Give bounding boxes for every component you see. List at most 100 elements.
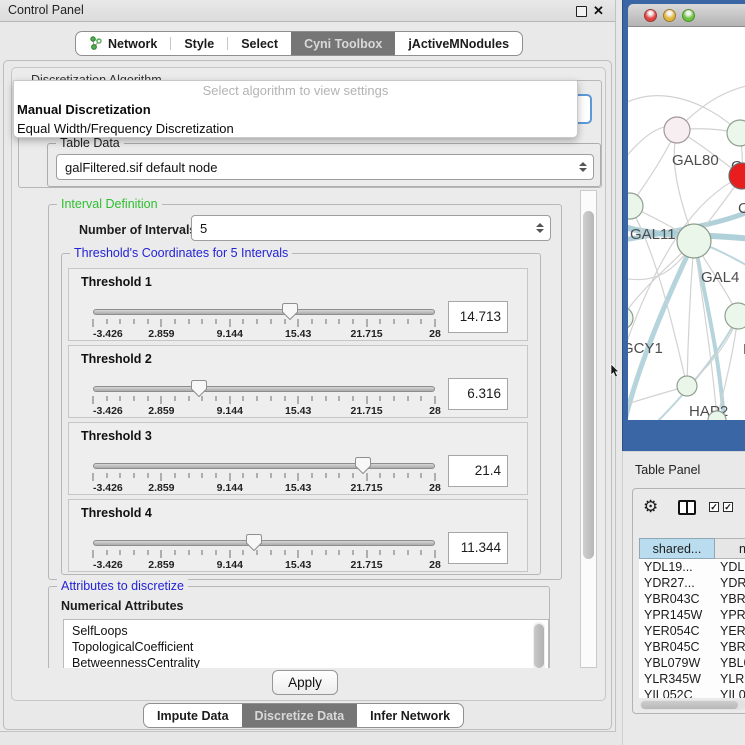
slider-tick [298,396,299,404]
threshold-1-panel: Threshold 1 -3.4262.8599.14415.4321.7152… [68,268,528,341]
slider-tick [393,550,394,555]
threshold-1-value-field[interactable]: 14.713 [448,301,508,333]
threshold-4-value-field[interactable]: 11.344 [448,532,508,564]
node-table-rows: YDL19...YDL1YDR27...YDR2YBR043CYBR0YPR14… [639,559,745,698]
table-data-combobox[interactable]: galFiltered.sif default node [56,154,594,180]
table-row[interactable]: YDR27...YDR2 [639,575,745,591]
slider-tick [298,473,299,481]
table-horizontal-scrollbar[interactable] [640,700,745,710]
table-row[interactable]: YBR045CYBR0 [639,639,745,655]
table-row[interactable]: YPR145WYPR1 [639,607,745,623]
slider-tick [407,396,408,401]
table-row[interactable]: YLR345WYLR3 [639,671,745,687]
tab-select[interactable]: Select [228,32,291,55]
slider-tick [421,319,422,324]
network-node[interactable] [628,193,643,219]
slider-tick [352,550,353,555]
interval-definition-title: Interval Definition [57,197,162,212]
slider-tick [134,396,135,401]
slider-tick-label: 9.144 [217,405,243,417]
attribute-list-item[interactable]: TopologicalCoefficient [64,639,548,655]
slider-tick [435,473,436,481]
slider-tick [229,319,230,327]
window-close-icon[interactable] [644,9,657,22]
numerical-attributes-list[interactable]: SelfLoopsTopologicalCoefficientBetweenne… [63,619,549,668]
algorithm-option-manual[interactable]: Manual Discretization [14,100,577,119]
slider-tick [161,550,162,558]
attributes-list-scrollbar[interactable] [533,622,545,668]
table-row[interactable]: YBR043CYBR0 [639,591,745,607]
tab-style[interactable]: Style [171,32,227,55]
slider-tick-label: 21.715 [351,328,383,340]
network-node[interactable] [677,376,697,396]
slider-tick [161,396,162,404]
slider-tick [229,550,230,558]
network-window-titlebar[interactable] [628,4,745,27]
slider-tick-label: 9.144 [217,482,243,494]
checkbox-checked-icon[interactable]: ✓ [723,502,733,512]
algorithm-dropdown-placeholder[interactable]: Select algorithm to view settings [14,81,577,100]
threshold-2-slider-track[interactable] [93,386,435,392]
network-view-window[interactable]: GAL80GACGAL11GAL4GCY1HHAP2 [622,0,745,451]
threshold-3-value-field[interactable]: 21.4 [448,455,508,487]
table-row[interactable]: YIL052CYIL0 [639,687,745,698]
network-canvas[interactable]: GAL80GACGAL11GAL4GCY1HHAP2 [628,27,745,420]
slider-tick [202,473,203,478]
threshold-1-slider-thumb[interactable] [282,302,298,321]
threshold-4-panel: Threshold 4 -3.4262.8599.14415.4321.7152… [68,499,528,572]
slider-tick [435,550,436,558]
window-minimize-icon[interactable] [663,9,676,22]
checkbox-checked-icon[interactable]: ✓ [709,502,719,512]
slider-tick [284,396,285,401]
close-icon[interactable]: ✕ [593,2,604,20]
table-row[interactable]: YBL079WYBL0 [639,655,745,671]
tab-discretize-data[interactable]: Discretize Data [242,704,358,727]
threshold-3-slider-thumb[interactable] [355,456,371,475]
slider-tick-label: 28 [429,482,441,494]
column-header-name[interactable]: name [715,538,745,559]
slider-tick-label: -3.426 [93,559,123,571]
float-icon[interactable] [576,6,587,17]
network-node-label: C [738,200,745,217]
network-node[interactable] [677,224,711,258]
threshold-2-value-field[interactable]: 6.316 [448,378,508,410]
tab-infer-network[interactable]: Infer Network [357,704,463,727]
apply-button[interactable]: Apply [272,670,338,695]
discretization-panel: Discretization Algorithm Table Data galF… [11,67,606,701]
column-header-shared-name[interactable]: shared... [639,538,715,559]
window-zoom-icon[interactable] [682,9,695,22]
threshold-4-slider-track[interactable] [93,540,435,546]
slider-tick [188,550,189,555]
settings-scrollbar[interactable] [580,190,597,668]
slider-tick-label: -3.426 [93,482,123,494]
attribute-list-item[interactable]: BetweennessCentrality [64,655,548,668]
network-node[interactable] [664,117,690,143]
slider-tick [175,473,176,478]
tab-impute-data[interactable]: Impute Data [144,704,242,727]
threshold-4-slider-thumb[interactable] [246,533,262,552]
slider-tick [284,473,285,478]
threshold-3-tick-labels: -3.4262.8599.14415.4321.71528 [93,482,435,494]
threshold-4-label: Threshold 4 [81,506,152,520]
number-of-intervals-combobox[interactable]: 5 [191,215,551,241]
table-row[interactable]: YER054CYER0 [639,623,745,639]
tab-network[interactable]: Network [76,32,170,55]
threshold-3-slider-track[interactable] [93,463,435,469]
threshold-2-tick-labels: -3.4262.8599.14415.4321.71528 [93,405,435,417]
tab-jactivemnodules[interactable]: jActiveMNodules [395,32,522,55]
slider-tick [243,319,244,324]
algorithm-option-equal-width[interactable]: Equal Width/Frequency Discretization [14,119,577,138]
network-node[interactable] [725,303,745,329]
slider-tick [175,550,176,555]
slider-tick [311,473,312,478]
threshold-2-slider-thumb[interactable] [191,379,207,398]
slider-tick [393,396,394,401]
gear-icon[interactable]: ⚙ [643,497,658,517]
thresholds-group: Threshold's Coordinates for 5 Intervals … [61,253,541,575]
table-row[interactable]: YDL19...YDL1 [639,559,745,575]
threshold-1-label: Threshold 1 [81,275,152,289]
split-columns-icon[interactable] [678,500,696,515]
tab-cyni-toolbox[interactable]: Cyni Toolbox [291,32,395,55]
threshold-1-slider-track[interactable] [93,309,435,315]
attribute-list-item[interactable]: SelfLoops [64,620,548,639]
